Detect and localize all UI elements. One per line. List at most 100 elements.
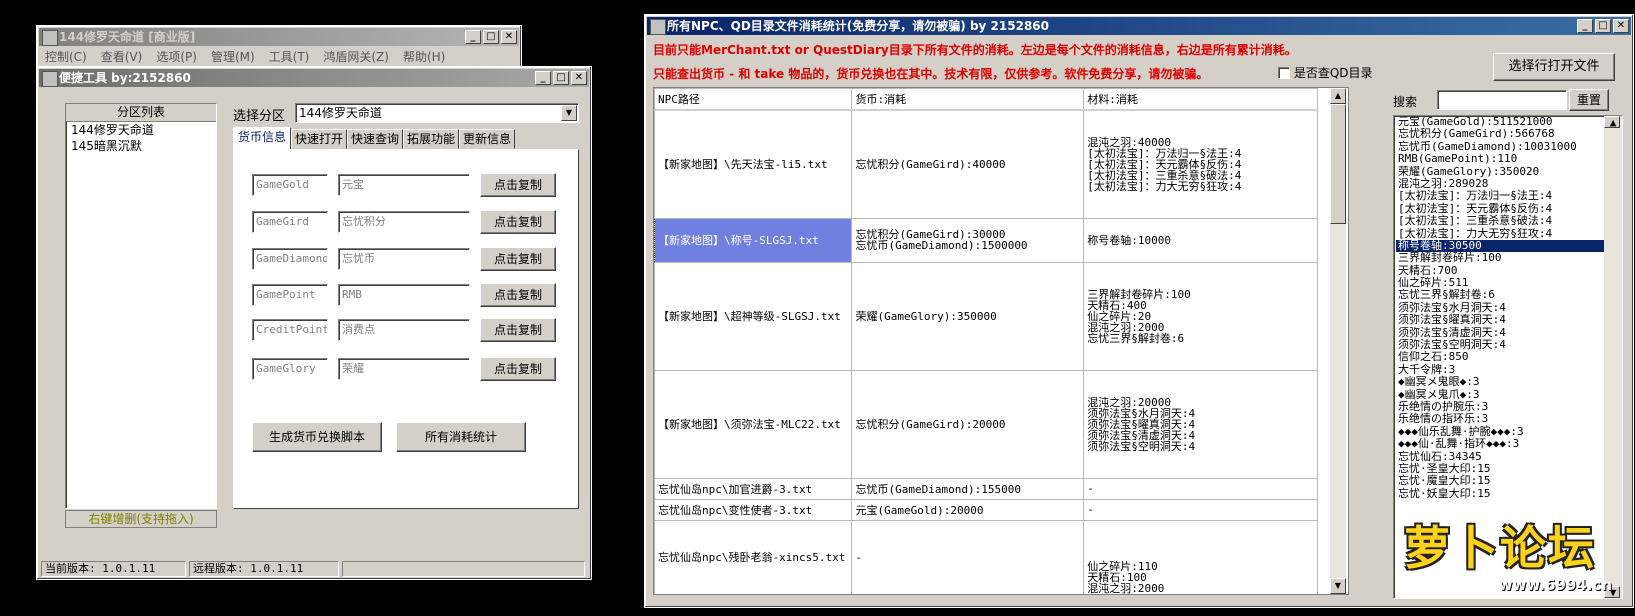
total-item[interactable]: ◆◆◆仙·乱舞·指环◆◆◆:3 bbox=[1396, 437, 1606, 450]
copy-button[interactable]: 点击复制 bbox=[480, 247, 556, 271]
table-scrollbar[interactable]: ▲ ▼ bbox=[1330, 88, 1346, 594]
currency-name-field[interactable]: 消费点 bbox=[338, 319, 470, 341]
currency-name-field[interactable]: 忘忧积分 bbox=[338, 211, 470, 233]
maximize-icon[interactable]: □ bbox=[483, 30, 499, 44]
tab-currency[interactable]: 货币信息 bbox=[233, 127, 291, 150]
tab-quick-open[interactable]: 快速打开 bbox=[291, 129, 347, 149]
cell-materials[interactable]: 三界解封卷碎片:100 天精石:400 仙之碎片:20 混沌之羽:2000 忘忧… bbox=[1083, 261, 1318, 371]
table-row-selected[interactable]: 【新家地图】\称号-SLGSJ.txt 忘忧积分(GameGird):30000… bbox=[654, 217, 1318, 263]
currency-name-field[interactable]: RMB bbox=[338, 284, 470, 306]
partition-list[interactable]: 分区列表 144修罗天命道 145暗黑沉默 bbox=[65, 103, 217, 509]
tab-quick-query[interactable]: 快速查询 bbox=[347, 129, 403, 149]
menu-gateway[interactable]: 鸿盾网关(Z) bbox=[323, 48, 389, 66]
currency-name-field[interactable]: 忘忧币 bbox=[338, 248, 470, 270]
copy-button[interactable]: 点击复制 bbox=[480, 173, 556, 197]
currency-code-field[interactable]: GameGird bbox=[252, 211, 328, 233]
total-item[interactable]: 忘忧积分(GameGird):566768 bbox=[1396, 127, 1606, 140]
cell-materials[interactable]: 混沌之羽:40000 [太初法宝]：万法归一§法王:4 [太初法宝]：天元霸体§… bbox=[1083, 109, 1318, 219]
cell-currency[interactable]: 忘忧币(GameDiamond):155000 bbox=[851, 477, 1085, 500]
close-icon[interactable]: ✕ bbox=[501, 30, 517, 44]
currency-code-field[interactable]: GameGlory bbox=[252, 358, 328, 380]
cell-path[interactable]: 忘忧仙岛npc\残卧老翁-xincs5.txt bbox=[654, 519, 853, 594]
cell-path[interactable]: 【新家地图】\超神等级-SLGSJ.txt bbox=[654, 261, 853, 371]
cell-currency[interactable]: - bbox=[851, 519, 1085, 594]
table-row[interactable]: 忘忧仙岛npc\变性使者-3.txt 元宝(GameGold):20000 - bbox=[654, 498, 1318, 521]
scroll-up-icon[interactable]: ▲ bbox=[1604, 116, 1620, 129]
maximize-icon[interactable]: □ bbox=[1595, 19, 1611, 33]
cell-currency[interactable]: 元宝(GameGold):20000 bbox=[851, 498, 1085, 521]
total-item[interactable]: 信仰之石:850 bbox=[1396, 351, 1606, 364]
scroll-up-icon[interactable]: ▲ bbox=[1330, 88, 1346, 104]
table-row[interactable]: 忘忧仙岛npc\残卧老翁-xincs5.txt - 仙之碎片:110 天精石:1… bbox=[654, 519, 1318, 594]
total-item[interactable]: 三界解封卷碎片:100 bbox=[1396, 251, 1606, 264]
table-row[interactable]: 【新家地图】\先天法宝-li5.txt 忘忧积分(GameGird):40000… bbox=[654, 109, 1318, 219]
total-item[interactable]: 忘忧·魔皇大印:15 bbox=[1396, 474, 1606, 487]
cell-currency[interactable]: 忘忧积分(GameGird):20000 bbox=[851, 369, 1085, 479]
close-icon[interactable]: ✕ bbox=[571, 71, 587, 85]
currency-code-field[interactable]: GameGold bbox=[252, 174, 328, 196]
currency-code-field[interactable]: GameDiamond bbox=[252, 248, 328, 270]
total-item[interactable]: 乐绝情の指环乐:3 bbox=[1396, 412, 1606, 425]
cell-materials[interactable]: 仙之碎片:110 天精石:100 混沌之羽:2000 bbox=[1083, 519, 1318, 594]
generate-script-button[interactable]: 生成货币兑换脚本 bbox=[252, 422, 382, 452]
tool-window-titlebar[interactable]: 便捷工具 by:2152860 _ □ ✕ bbox=[39, 69, 589, 87]
minimize-icon[interactable]: _ bbox=[1577, 19, 1593, 33]
col-header-path[interactable]: NPC路径 bbox=[654, 88, 853, 111]
total-item[interactable]: 须弥法宝§曜真洞天:4 bbox=[1396, 313, 1606, 326]
partition-item[interactable]: 144修罗天命道 bbox=[66, 122, 216, 138]
table-row[interactable]: 【新家地图】\超神等级-SLGSJ.txt 荣耀(GameGlory):3500… bbox=[654, 261, 1318, 371]
scroll-thumb[interactable] bbox=[1330, 104, 1346, 224]
chevron-down-icon[interactable]: ▼ bbox=[561, 105, 577, 121]
open-file-button[interactable]: 选择行打开文件 bbox=[1493, 53, 1615, 81]
cell-path[interactable]: 忘忧仙岛npc\变性使者-3.txt bbox=[654, 498, 853, 521]
menu-control[interactable]: 控制(C) bbox=[45, 48, 87, 66]
menu-options[interactable]: 选项(P) bbox=[156, 48, 197, 66]
cell-materials[interactable]: - bbox=[1083, 498, 1318, 521]
currency-name-field[interactable]: 元宝 bbox=[338, 174, 470, 196]
qd-checkbox-row[interactable]: 是否查QD目录 bbox=[1278, 64, 1373, 81]
close-icon[interactable]: ✕ bbox=[1613, 19, 1629, 33]
col-header-currency[interactable]: 货币:消耗 bbox=[851, 88, 1085, 111]
currency-code-field[interactable]: GamePoint bbox=[252, 284, 328, 306]
table-row[interactable]: 【新家地图】\须弥法宝-MLC22.txt 忘忧积分(GameGird):200… bbox=[654, 369, 1318, 479]
cell-path[interactable]: 忘忧仙岛npc\加官进爵-3.txt bbox=[654, 477, 853, 500]
copy-button[interactable]: 点击复制 bbox=[480, 210, 556, 234]
copy-button[interactable]: 点击复制 bbox=[480, 357, 556, 381]
partition-item[interactable]: 145暗黑沉默 bbox=[66, 138, 216, 154]
scroll-down-icon[interactable]: ▼ bbox=[1330, 578, 1346, 594]
tab-updates[interactable]: 更新信息 bbox=[459, 129, 515, 149]
tab-extensions[interactable]: 拓展功能 bbox=[403, 129, 459, 149]
partition-select[interactable]: 144修罗天命道 ▼ bbox=[295, 103, 579, 123]
cell-materials[interactable]: 称号卷轴:10000 bbox=[1083, 217, 1318, 263]
menu-tools[interactable]: 工具(T) bbox=[269, 48, 310, 66]
maximize-icon[interactable]: □ bbox=[553, 71, 569, 85]
cell-path[interactable]: 【新家地图】\称号-SLGSJ.txt bbox=[654, 217, 853, 263]
total-item[interactable]: [太初法宝]：三重杀意§破法:4 bbox=[1396, 214, 1606, 227]
cell-path[interactable]: 【新家地图】\先天法宝-li5.txt bbox=[654, 109, 853, 219]
search-input[interactable] bbox=[1437, 90, 1567, 110]
all-stats-button[interactable]: 所有消耗统计 bbox=[396, 422, 526, 452]
total-item[interactable]: 忘忧·妖皇大印:15 bbox=[1396, 487, 1606, 500]
stats-window-titlebar[interactable]: 所有NPC、QD目录文件消耗统计(免费分享，请勿被骗) by 2152860 _… bbox=[647, 17, 1631, 35]
currency-code-field[interactable]: CreditPoint bbox=[252, 319, 328, 341]
cell-currency[interactable]: 荣耀(GameGlory):350000 bbox=[851, 261, 1085, 371]
cell-currency[interactable]: 忘忧积分(GameGird):40000 bbox=[851, 109, 1085, 219]
minimize-icon[interactable]: _ bbox=[465, 30, 481, 44]
qd-checkbox[interactable] bbox=[1278, 67, 1290, 79]
menu-view[interactable]: 查看(V) bbox=[101, 48, 143, 66]
cell-path[interactable]: 【新家地图】\须弥法宝-MLC22.txt bbox=[654, 369, 853, 479]
cell-materials[interactable]: 混沌之羽:20000 须弥法宝§水月洞天:4 须弥法宝§曜真洞天:4 须弥法宝§… bbox=[1083, 369, 1318, 479]
total-item[interactable]: 忘忧三界§解封卷:6 bbox=[1396, 289, 1606, 302]
reset-button[interactable]: 重置 bbox=[1569, 89, 1609, 111]
currency-name-field[interactable]: 荣耀 bbox=[338, 358, 470, 380]
total-item[interactable]: ◆幽冥メ鬼眼◆:3 bbox=[1396, 375, 1606, 388]
table-row[interactable]: 忘忧仙岛npc\加官进爵-3.txt 忘忧币(GameDiamond):1550… bbox=[654, 477, 1318, 500]
col-header-materials[interactable]: 材料:消耗 bbox=[1083, 88, 1318, 111]
total-item[interactable]: RMB(GamePoint):110 bbox=[1396, 152, 1606, 165]
main-window-titlebar[interactable]: 144修罗天命道 [商业版] _ □ ✕ bbox=[39, 28, 519, 46]
cell-materials[interactable]: - bbox=[1083, 477, 1318, 500]
total-item[interactable]: [太初法宝]：万法归一§法王:4 bbox=[1396, 189, 1606, 202]
menu-help[interactable]: 帮助(H) bbox=[403, 48, 445, 66]
menu-manage[interactable]: 管理(M) bbox=[211, 48, 255, 66]
minimize-icon[interactable]: _ bbox=[535, 71, 551, 85]
